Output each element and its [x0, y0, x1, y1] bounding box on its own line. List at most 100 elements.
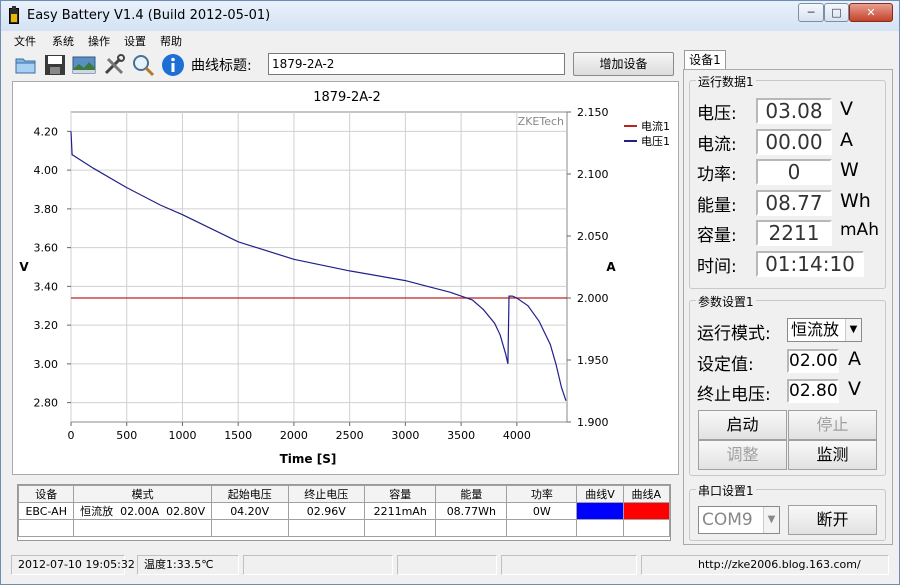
tools-icon[interactable]	[102, 53, 126, 77]
voltage-display: 03.08	[756, 98, 832, 124]
cutoff-input[interactable]: 02.80	[787, 379, 839, 403]
minimize-button[interactable]: ─	[798, 3, 824, 22]
col-header-power[interactable]: 功率	[506, 485, 578, 503]
status-temperature: 温度1:33.5℃	[137, 555, 239, 575]
col-header-curve-a[interactable]: 曲线A	[622, 485, 671, 503]
open-folder-icon[interactable]	[14, 53, 38, 77]
mode-select-value: 恒流放	[791, 320, 840, 339]
cell-mode: 恒流放 02.00A 02.80V	[73, 502, 212, 520]
y-left-tick-label: 3.40	[34, 280, 59, 293]
capacity-display: 2211	[756, 220, 832, 246]
col-header-curve-v[interactable]: 曲线V	[576, 485, 624, 503]
col-header-device[interactable]: 设备	[17, 485, 75, 503]
y-left-tick-label: 3.00	[34, 358, 59, 371]
info-icon[interactable]	[161, 53, 185, 77]
search-icon[interactable]	[131, 53, 155, 77]
chevron-down-icon[interactable]: ▼	[845, 319, 861, 341]
col-header-start-voltage[interactable]: 起始电压	[210, 485, 289, 503]
menu-operate[interactable]: 操作	[88, 33, 110, 49]
legend-label: 电压1	[641, 135, 670, 148]
col-header-capacity[interactable]: 容量	[364, 485, 437, 503]
setpoint-label: 设定值:	[697, 355, 754, 375]
menu-settings[interactable]: 设置	[124, 33, 146, 49]
x-tick-label: 500	[116, 429, 137, 442]
y-right-tick-label: 2.000	[577, 292, 609, 305]
status-url[interactable]: http://zke2006.blog.163.com/	[641, 555, 889, 575]
y-left-tick-label: 4.00	[34, 164, 59, 177]
chart-panel: 1879-2A-2 0 500 1000 1500 2000 2500 3000 3500 40…	[12, 81, 679, 475]
device-tab-body: 运行数据1 电压: 03.08 V 电流: 00.00 A 功率: 0 W 能量…	[683, 69, 893, 545]
maximize-button[interactable]: □	[824, 3, 849, 22]
mode-select[interactable]: 恒流放 ▼	[787, 318, 862, 342]
menu-system[interactable]: 系统	[52, 33, 74, 49]
table-row-empty	[17, 519, 671, 537]
com-port-value: COM9	[702, 510, 753, 530]
cutoff-label: 终止电压:	[697, 385, 771, 405]
image-icon[interactable]	[72, 53, 96, 77]
capacity-label: 容量:	[697, 226, 737, 246]
status-datetime: 2012-07-10 19:05:32	[11, 555, 135, 575]
col-header-energy[interactable]: 能量	[435, 485, 508, 503]
legend-label: 电流1	[641, 119, 670, 133]
curve-title-input[interactable]	[268, 53, 565, 75]
tab-device-1[interactable]: 设备1	[684, 50, 726, 70]
menu-bar: 文件 系统 操作 设置 帮助	[1, 31, 899, 49]
close-button[interactable]: ✕	[849, 3, 893, 22]
curve-a-color-swatch[interactable]	[622, 502, 671, 520]
monitor-button[interactable]: 监测	[788, 440, 877, 470]
current-unit: A	[840, 129, 853, 151]
adjust-button[interactable]: 调整	[698, 440, 787, 470]
time-label: 时间:	[697, 257, 737, 277]
y-left-tick-label: 3.80	[34, 203, 59, 216]
x-tick-label: 4000	[503, 429, 531, 442]
col-header-mode[interactable]: 模式	[73, 485, 212, 503]
x-tick-label: 1000	[168, 429, 196, 442]
run-data-title: 运行数据1	[696, 73, 756, 90]
curve-title-label: 曲线标题:	[191, 58, 252, 74]
energy-unit: Wh	[840, 190, 871, 212]
app-window: Easy Battery V1.4 (Build 2012-05-01) ─ □…	[0, 0, 900, 585]
setpoint-unit: A	[848, 348, 861, 370]
time-display: 01:14:10	[756, 251, 864, 277]
current-display: 00.00	[756, 129, 832, 155]
chart-title: 1879-2A-2	[313, 90, 381, 105]
cutoff-unit: V	[848, 378, 861, 400]
run-data-group: 运行数据1 电压: 03.08 V 电流: 00.00 A 功率: 0 W 能量…	[689, 73, 886, 289]
com-port-select[interactable]: COM9 ▼	[698, 506, 780, 534]
energy-display: 08.77	[756, 190, 832, 216]
y-left-tick-label: 3.20	[34, 319, 59, 332]
table-row[interactable]: EBC-AH 恒流放 02.00A 02.80V 04.20V 02.96V 2…	[17, 502, 671, 520]
x-axis-ticks: 0 500 1000 1500 2000 2500 3000 3500 4000	[68, 422, 531, 442]
y-left-tick-label: 3.60	[34, 242, 59, 255]
cell-start-voltage: 04.20V	[210, 502, 289, 520]
curve-v-color-swatch[interactable]	[576, 502, 624, 520]
x-tick-label: 3500	[447, 429, 475, 442]
chart-legend: 电流1电压1	[624, 119, 670, 148]
add-device-button[interactable]: 增加设备	[573, 52, 674, 76]
cell-capacity: 2211mAh	[364, 502, 437, 520]
start-button[interactable]: 启动	[698, 410, 787, 440]
chevron-down-icon[interactable]: ▼	[763, 507, 779, 533]
y-right-tick-label: 1.950	[577, 354, 609, 367]
stop-button[interactable]: 停止	[788, 410, 877, 440]
y-left-axis-ticks: 2.80 3.00 3.20 3.40 3.60 3.80 4.00 4.20	[34, 125, 71, 410]
disconnect-button[interactable]: 断开	[788, 505, 877, 535]
save-icon[interactable]	[43, 53, 67, 77]
mode-label: 运行模式:	[697, 324, 771, 344]
setpoint-input[interactable]: 02.00	[787, 349, 839, 373]
x-tick-label: 2000	[280, 429, 308, 442]
col-header-end-voltage[interactable]: 终止电压	[287, 485, 366, 503]
cell-energy: 08.77Wh	[435, 502, 508, 520]
capacity-unit: mAh	[840, 220, 879, 240]
y-right-axis-label: A	[606, 260, 616, 274]
menu-file[interactable]: 文件	[14, 33, 36, 49]
y-right-tick-label: 2.100	[577, 168, 609, 181]
chart-watermark: ZKETech	[518, 115, 564, 128]
cell-end-voltage: 02.96V	[287, 502, 366, 520]
power-label: 功率:	[697, 165, 737, 185]
menu-help[interactable]: 帮助	[160, 33, 182, 49]
table-header-row: 设备 模式 起始电压 终止电压 容量 能量 功率 曲线V 曲线A	[17, 485, 671, 503]
status-empty-1	[243, 555, 393, 575]
y-right-axis-ticks: 1.900 1.950 2.000 2.050 2.100 2.150	[567, 106, 609, 429]
status-empty-3	[501, 555, 637, 575]
